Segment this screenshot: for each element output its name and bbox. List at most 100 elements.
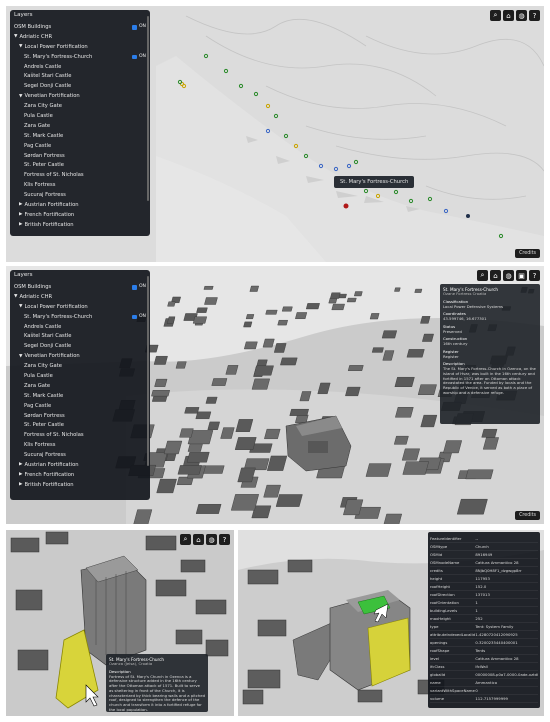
layer-item[interactable]: Pula Castle bbox=[14, 112, 146, 122]
globe-icon[interactable]: ◍ bbox=[516, 10, 527, 21]
layer-checkbox[interactable] bbox=[132, 54, 137, 60]
building bbox=[151, 395, 168, 402]
layer-item-2[interactable]: Fortress of St. Nicholas bbox=[14, 431, 146, 441]
layer-item[interactable]: Sucuraj Fortress bbox=[14, 191, 146, 201]
expand-down-icon[interactable]: ▼ bbox=[19, 45, 22, 50]
layer-item-2[interactable]: ▼ Venetian Fortification bbox=[14, 352, 146, 362]
expand-right-icon[interactable]: ▶ bbox=[19, 473, 22, 478]
layer-item[interactable]: Klis Fortress bbox=[14, 181, 146, 191]
map-panel[interactable]: Layers OSM Buildings ON ▼ Adriatic CHR ▼ Lo… bbox=[6, 6, 544, 262]
property-value: IfcWall bbox=[475, 664, 488, 669]
layer-item[interactable]: ▼ Local Power Fortification bbox=[14, 42, 146, 52]
closeup-panel-left[interactable]: ⌕ ⌂ ◍ ? St. Mary's Fortress-Church Ozanc… bbox=[6, 530, 234, 716]
layer-item-label: French Fortification bbox=[24, 471, 75, 478]
help-icon[interactable]: ? bbox=[219, 534, 230, 545]
properties-panel: FeatureIdentifier -- OSMtype Church OSMid 891… bbox=[428, 532, 540, 708]
image-icon[interactable]: ▣ bbox=[516, 270, 527, 281]
layer-item[interactable]: Sørdan Fortress bbox=[14, 151, 146, 161]
layer-item-2[interactable]: Sucuraj Fortress bbox=[14, 451, 146, 461]
expand-right-icon[interactable]: ▶ bbox=[19, 223, 22, 228]
layer-item-2[interactable]: Sørdan Fortress bbox=[14, 411, 146, 421]
osm-checkbox[interactable] bbox=[132, 25, 137, 30]
layer-item[interactable]: Kaštel Stari Castle bbox=[14, 72, 146, 82]
layer-item-2[interactable]: St. Peter Castle bbox=[14, 421, 146, 431]
layer-item[interactable]: Andreis Castle bbox=[14, 62, 146, 72]
layer-item-2[interactable]: Andreis Castle bbox=[14, 322, 146, 332]
layer-item-2[interactable]: Zara Gate bbox=[14, 382, 146, 392]
search-icon[interactable]: ⌕ bbox=[477, 270, 488, 281]
osm-checkbox-2[interactable] bbox=[132, 285, 137, 290]
building bbox=[280, 357, 298, 366]
layer-item-2[interactable]: Pag Castle bbox=[14, 401, 146, 411]
layer-item[interactable]: Pag Castle bbox=[14, 141, 146, 151]
expand-right-icon[interactable]: ▶ bbox=[19, 213, 22, 218]
layer-item-2[interactable]: Klis Fortress bbox=[14, 441, 146, 451]
layer-item[interactable]: ▶ French Fortification bbox=[14, 211, 146, 221]
layer-item-2[interactable]: ▶ Austrian Fortification bbox=[14, 461, 146, 471]
scene-panel[interactable]: Layers OSM Buildings ON ▼ Adriatic CHR ▼ Lo… bbox=[6, 266, 544, 524]
home-icon[interactable]: ⌂ bbox=[193, 534, 204, 545]
layer-item[interactable]: ▶ Austrian Fortification bbox=[14, 201, 146, 211]
layer-item-2[interactable]: ▶ French Fortification bbox=[14, 471, 146, 481]
layer-item[interactable]: Zara City Gate bbox=[14, 102, 146, 112]
layer-item-2[interactable]: St. Mark Castle bbox=[14, 391, 146, 401]
layer-item[interactable]: St. Mary's Fortress-Church ON bbox=[14, 52, 146, 62]
osm-buildings-toggle-2[interactable]: OSM Buildings ON bbox=[14, 283, 146, 293]
property-value: Church bbox=[475, 544, 489, 549]
building bbox=[177, 465, 202, 475]
layer-item[interactable]: St. Peter Castle bbox=[14, 161, 146, 171]
property-row: roofDirection 137013 bbox=[430, 591, 538, 599]
layer-item-2[interactable]: Pula Castle bbox=[14, 372, 146, 382]
expand-down-icon[interactable]: ▼ bbox=[19, 354, 22, 360]
help-icon[interactable]: ? bbox=[529, 10, 540, 21]
layer-item-label: Pula Castle bbox=[24, 112, 53, 119]
scrollbar-2[interactable] bbox=[147, 276, 149, 466]
building bbox=[179, 428, 194, 438]
property-value: 252 bbox=[475, 616, 483, 621]
layer-item[interactable]: ▼ Venetian Fortification bbox=[14, 92, 146, 102]
expand-down-icon[interactable]: ▼ bbox=[19, 94, 22, 100]
layer-item-2[interactable]: Zara City Gate bbox=[14, 362, 146, 372]
credits-button-2[interactable]: Credits bbox=[515, 511, 540, 520]
layer-item-2[interactable]: Segel Donji Castle bbox=[14, 342, 146, 352]
scrollbar[interactable] bbox=[147, 16, 149, 201]
globe-icon[interactable]: ◍ bbox=[503, 270, 514, 281]
building bbox=[230, 494, 259, 511]
expand-right-icon[interactable]: ▶ bbox=[19, 463, 22, 468]
expand-right-icon[interactable]: ▶ bbox=[19, 203, 22, 208]
layer-item[interactable]: St. Mark Castle bbox=[14, 131, 146, 141]
credits-button[interactable]: Credits bbox=[515, 249, 540, 258]
help-icon[interactable]: ? bbox=[529, 270, 540, 281]
closeup-panel-right[interactable]: FeatureIdentifier -- OSMtype Church OSMid 891… bbox=[238, 530, 544, 716]
layer-item-2[interactable]: St. Mary's Fortress-Church ON bbox=[14, 312, 146, 322]
building bbox=[196, 307, 208, 313]
building bbox=[414, 288, 423, 293]
layer-item-label: Sucuraj Fortress bbox=[24, 452, 66, 459]
property-row: ifcClass IfcWall bbox=[430, 663, 538, 671]
search-icon[interactable]: ⌕ bbox=[180, 534, 191, 545]
expand-down-icon[interactable]: ▼ bbox=[14, 295, 17, 300]
property-key: roofOrientation bbox=[430, 600, 459, 605]
layer-item-2[interactable]: Kaštel Stari Castle bbox=[14, 332, 146, 342]
expand-down-icon[interactable]: ▼ bbox=[19, 305, 22, 310]
layer-item[interactable]: Zara Gate bbox=[14, 122, 146, 132]
osm-buildings-toggle[interactable]: OSM Buildings ON bbox=[14, 23, 146, 33]
osm-buildings-label: OSM Buildings bbox=[14, 23, 52, 30]
layer-item-label: Segel Donji Castle bbox=[24, 343, 72, 350]
layer-checkbox[interactable] bbox=[132, 314, 137, 320]
expand-right-icon[interactable]: ▶ bbox=[19, 483, 22, 488]
layer-item-2[interactable]: ▶ British Fortification bbox=[14, 480, 146, 490]
expand-down-icon[interactable]: ▼ bbox=[14, 35, 17, 40]
home-icon[interactable]: ⌂ bbox=[503, 10, 514, 21]
building bbox=[251, 378, 271, 390]
layer-item[interactable]: Segel Donji Castle bbox=[14, 82, 146, 92]
property-value: 137013 bbox=[475, 592, 490, 597]
home-icon[interactable]: ⌂ bbox=[490, 270, 501, 281]
layer-item[interactable]: ▼ Adriatic CHR bbox=[14, 32, 146, 42]
search-icon[interactable]: ⌕ bbox=[490, 10, 501, 21]
layer-item[interactable]: Fortress of St. Nicholas bbox=[14, 171, 146, 181]
layer-item[interactable]: ▶ British Fortification bbox=[14, 220, 146, 230]
layer-item-2[interactable]: ▼ Adriatic CHR bbox=[14, 292, 146, 302]
globe-icon[interactable]: ◍ bbox=[206, 534, 217, 545]
layer-item-2[interactable]: ▼ Local Power Fortification bbox=[14, 302, 146, 312]
